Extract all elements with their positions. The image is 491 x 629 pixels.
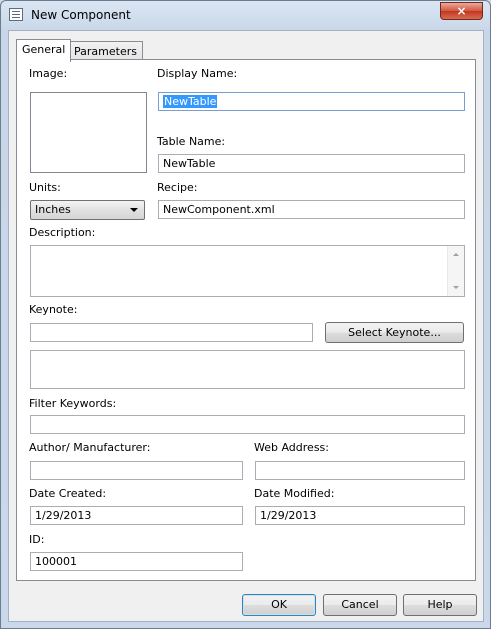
tab-general[interactable]: General: [16, 39, 72, 62]
keynote-field[interactable]: [30, 323, 313, 342]
close-icon: ×: [456, 4, 467, 18]
date-created-label: Date Created:: [29, 487, 107, 500]
image-label: Image:: [29, 67, 68, 80]
window-title: New Component: [31, 8, 131, 22]
cancel-button[interactable]: Cancel: [323, 594, 397, 616]
dialog-window: New Component × General Parameters Image…: [0, 0, 491, 629]
general-tab-panel: Image: Display Name: NewTable Table Name…: [16, 59, 476, 581]
help-button[interactable]: Help: [403, 594, 477, 616]
filter-keywords-field[interactable]: [30, 415, 465, 434]
chevron-down-icon: [130, 208, 138, 212]
date-created-field[interactable]: 1/29/2013: [30, 506, 243, 525]
table-name-label: Table Name:: [157, 135, 226, 148]
table-window-icon: [9, 8, 23, 21]
keynote-label: Keynote:: [29, 303, 78, 316]
close-button[interactable]: ×: [440, 2, 483, 20]
web-address-label: Web Address:: [254, 441, 329, 454]
table-name-field[interactable]: NewTable: [158, 154, 465, 173]
date-modified-label: Date Modified:: [254, 487, 335, 500]
description-textarea[interactable]: [30, 245, 465, 297]
keynote-text-area: [30, 350, 465, 389]
id-field[interactable]: 100001: [30, 552, 243, 571]
display-name-field[interactable]: NewTable: [158, 92, 465, 111]
units-value: Inches: [35, 203, 71, 216]
filter-keywords-label: Filter Keywords:: [29, 397, 117, 410]
units-label: Units:: [29, 181, 61, 194]
display-name-label: Display Name:: [157, 67, 238, 80]
title-bar[interactable]: New Component ×: [1, 1, 490, 30]
scroll-down-icon[interactable]: [453, 286, 459, 289]
description-scrollbar[interactable]: [447, 246, 464, 296]
recipe-field[interactable]: NewComponent.xml: [158, 200, 465, 219]
recipe-label: Recipe:: [157, 181, 198, 194]
display-name-value: NewTable: [163, 95, 218, 108]
author-manufacturer-field[interactable]: [30, 461, 243, 480]
scroll-up-icon[interactable]: [453, 253, 459, 256]
units-dropdown[interactable]: Inches: [30, 200, 145, 220]
author-manufacturer-label: Author/ Manufacturer:: [29, 441, 151, 454]
component-image[interactable]: [30, 92, 147, 173]
web-address-field[interactable]: [255, 461, 465, 480]
select-keynote-button[interactable]: Select Keynote...: [325, 322, 464, 343]
description-label: Description:: [29, 226, 96, 239]
tab-parameters[interactable]: Parameters: [68, 41, 143, 61]
id-label: ID:: [29, 533, 45, 546]
date-modified-field[interactable]: 1/29/2013: [255, 506, 465, 525]
ok-button[interactable]: OK: [242, 594, 316, 616]
dialog-client-area: General Parameters Image: Display Name: …: [8, 30, 484, 622]
